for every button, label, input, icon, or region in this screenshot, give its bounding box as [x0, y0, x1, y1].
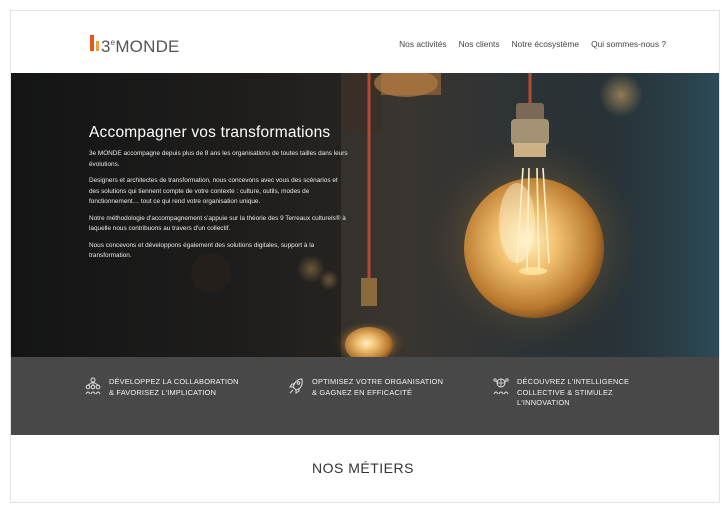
site-header: 3eMONDE Nos activités Nos clients Notre …: [11, 11, 719, 73]
nav-link-clients[interactable]: Nos clients: [459, 39, 500, 49]
nav-link-ecosysteme[interactable]: Notre écosystème: [512, 39, 580, 49]
site-logo[interactable]: 3eMONDE: [90, 34, 180, 56]
nav-link-activites[interactable]: Nos activités: [399, 39, 446, 49]
feature-organisation-label: OPTIMISEZ VOTRE ORGANISATION & GAGNEZ EN…: [312, 377, 444, 397]
people-network-icon: [85, 377, 101, 395]
rocket-icon: [289, 378, 303, 394]
logo-mark-secondary: [96, 41, 99, 51]
hero-paragraph-designers: Designers et architectes de transformati…: [89, 177, 338, 205]
feature-collaboration-label: DÉVELOPPEZ LA COLLABORATION & FAVORISEZ …: [109, 377, 239, 397]
brain-network-icon: [493, 378, 509, 395]
features-band: DÉVELOPPEZ LA COLLABORATION & FAVORISEZ …: [11, 357, 719, 435]
nav-link-qui-sommes-nous[interactable]: Qui sommes-nous ?: [591, 39, 666, 49]
main-nav: Nos activités Nos clients Notre écosystè…: [399, 39, 666, 49]
feature-intelligence-label: DÉCOUVREZ L'INTELLIGENCE COLLECTIVE & ST…: [517, 377, 630, 407]
hero-paragraph-digital: Nous concevons et développons également …: [89, 241, 315, 260]
hero-paragraph-intro: 3e MONDE accompagne depuis plus de 8 ans…: [89, 150, 348, 168]
logo-mark: [90, 35, 94, 51]
hero-title: Accompagner vos transformations: [89, 124, 331, 141]
logo-text: 3eMONDE: [101, 37, 180, 56]
section-title-metiers: NOS MÉTIERS: [312, 460, 414, 476]
hero-banner: Accompagner vos transformations 3e MONDE…: [11, 73, 719, 357]
feature-organisation[interactable]: OPTIMISEZ VOTRE ORGANISATION & GAGNEZ EN…: [288, 377, 443, 398]
web-page: 3eMONDE Nos activités Nos clients Notre …: [10, 10, 720, 503]
feature-collaboration[interactable]: DÉVELOPPEZ LA COLLABORATION & FAVORISEZ …: [85, 377, 239, 398]
feature-intelligence[interactable]: DÉCOUVREZ L'INTELLIGENCE COLLECTIVE & ST…: [493, 377, 629, 409]
hero-paragraph-methodology: Notre méthodologie d'accompagnement s'ap…: [89, 214, 346, 233]
hero-text-block: Accompagner vos transformations 3e MONDE…: [89, 124, 349, 268]
